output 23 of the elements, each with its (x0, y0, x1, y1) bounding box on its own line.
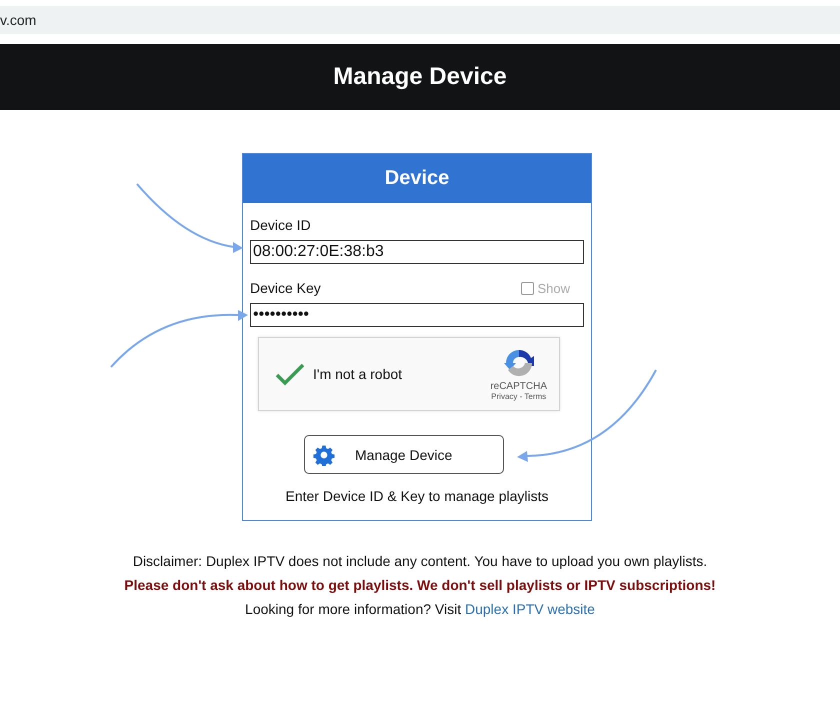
warning-text: Please don't ask about how to get playlists. We don't sell playlists or IPTV subscriptions! (123, 577, 717, 593)
page-title: Manage Device (333, 63, 507, 91)
show-checkbox[interactable] (521, 282, 534, 294)
recaptcha-brand: reCAPTCHA (490, 381, 547, 392)
privacy-terms-links[interactable]: Privacy - Terms (491, 392, 546, 401)
card-title: Device (384, 167, 450, 190)
captcha-checkbox[interactable] (275, 362, 305, 386)
input-field[interactable]: 08:00:27:0E:38:b3 (250, 240, 584, 264)
info-text: Looking for more information? Visit Duplex IPTV website (244, 601, 596, 617)
field-label: Device Key (250, 280, 321, 296)
recaptcha-logo-icon (502, 347, 535, 379)
website-link[interactable]: Duplex IPTV website (465, 601, 595, 617)
disclaimer-text: Disclaimer: Duplex IPTV does not include any content. You have to upload you own playlists. (132, 553, 708, 569)
field-label: Device ID (250, 217, 311, 233)
manage-device-button[interactable]: Manage Device (304, 435, 504, 474)
show-label: Show (537, 280, 570, 296)
url-text: v.com (0, 12, 36, 28)
captcha-widget[interactable]: I'm not a robot reCAPTCHA Privacy - Terms (258, 337, 560, 411)
hint-text: Enter Device ID & Key to manage playlists (284, 488, 550, 504)
captcha-label: I'm not a robot (313, 366, 404, 382)
gear-icon (313, 444, 335, 466)
address-bar[interactable]: v.com (0, 6, 840, 34)
input-field[interactable]: •••••••••• (250, 303, 584, 327)
